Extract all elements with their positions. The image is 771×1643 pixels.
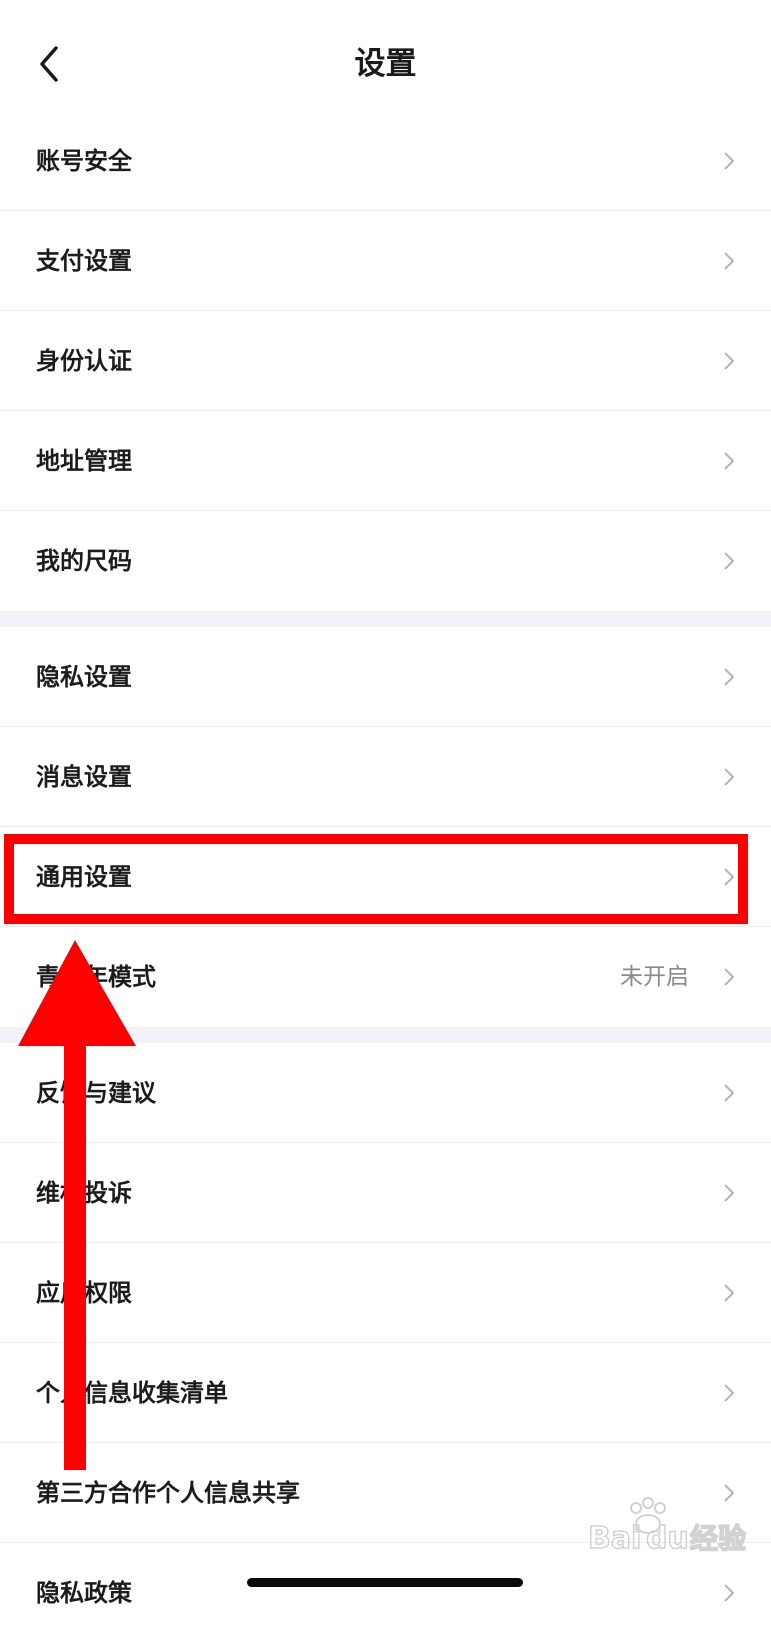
section-divider [0, 611, 771, 627]
settings-item-general-settings[interactable]: 通用设置 [0, 827, 771, 927]
baidu-jingyan-watermark: Bai du 经验 [588, 1497, 747, 1557]
chevron-right-icon [724, 868, 735, 886]
settings-section-general: 隐私设置 消息设置 通用设置 青少年模式 未开启 [0, 627, 771, 1027]
chevron-right-icon [724, 1284, 735, 1302]
page-title: 设置 [354, 46, 417, 82]
chevron-right-icon [724, 1384, 735, 1402]
chevron-right-icon [724, 1084, 735, 1102]
settings-item-label: 地址管理 [36, 447, 132, 475]
settings-item-label: 支付设置 [36, 247, 132, 275]
chevron-right-icon [724, 352, 735, 370]
settings-item-message-settings[interactable]: 消息设置 [0, 727, 771, 827]
chevron-right-icon [724, 968, 735, 986]
settings-item-my-size[interactable]: 我的尺码 [0, 511, 771, 611]
settings-item-label: 身份认证 [36, 347, 132, 375]
chevron-right-icon [724, 768, 735, 786]
svg-text:Bai: Bai [588, 1521, 641, 1556]
settings-item-label: 通用设置 [36, 863, 132, 891]
chevron-right-icon [724, 552, 735, 570]
chevron-right-icon [724, 452, 735, 470]
chevron-right-icon [724, 1184, 735, 1202]
settings-item-label: 第三方合作个人信息共享 [36, 1479, 300, 1507]
chevron-right-icon [724, 1584, 735, 1602]
chevron-right-icon [724, 668, 735, 686]
settings-item-label: 我的尺码 [36, 547, 132, 575]
settings-item-label: 个人信息收集清单 [36, 1379, 228, 1407]
settings-item-address[interactable]: 地址管理 [0, 411, 771, 511]
svg-text:经验: 经验 [690, 1522, 746, 1555]
nav-bar: 设置 [0, 0, 771, 126]
settings-item-label: 应用权限 [36, 1279, 132, 1307]
home-indicator[interactable] [247, 1578, 523, 1587]
settings-item-label: 反馈与建议 [36, 1079, 156, 1107]
settings-item-identity[interactable]: 身份认证 [0, 311, 771, 411]
settings-item-privacy-settings[interactable]: 隐私设置 [0, 627, 771, 727]
settings-item-complaints[interactable]: 维权投诉 [0, 1143, 771, 1243]
settings-item-feedback[interactable]: 反馈与建议 [0, 1043, 771, 1143]
settings-item-personal-info-list[interactable]: 个人信息收集清单 [0, 1343, 771, 1443]
settings-item-app-permissions[interactable]: 应用权限 [0, 1243, 771, 1343]
settings-item-payment[interactable]: 支付设置 [0, 211, 771, 311]
settings-item-label: 维权投诉 [36, 1179, 132, 1207]
settings-item-teen-mode[interactable]: 青少年模式 未开启 [0, 927, 771, 1027]
settings-item-account-security[interactable]: 账号安全 [0, 111, 771, 211]
teen-mode-status: 未开启 [620, 964, 689, 990]
settings-item-label: 账号安全 [36, 147, 132, 175]
svg-text:du: du [646, 1521, 689, 1556]
settings-item-label: 隐私设置 [36, 663, 132, 691]
settings-item-label: 隐私政策 [36, 1579, 132, 1607]
settings-section-account: 账号安全 支付设置 身份认证 地址管理 我的尺码 [0, 111, 771, 611]
chevron-right-icon [724, 152, 735, 170]
settings-item-label: 青少年模式 [36, 963, 156, 991]
settings-item-label: 消息设置 [36, 763, 132, 791]
chevron-right-icon [724, 252, 735, 270]
section-divider [0, 1027, 771, 1043]
